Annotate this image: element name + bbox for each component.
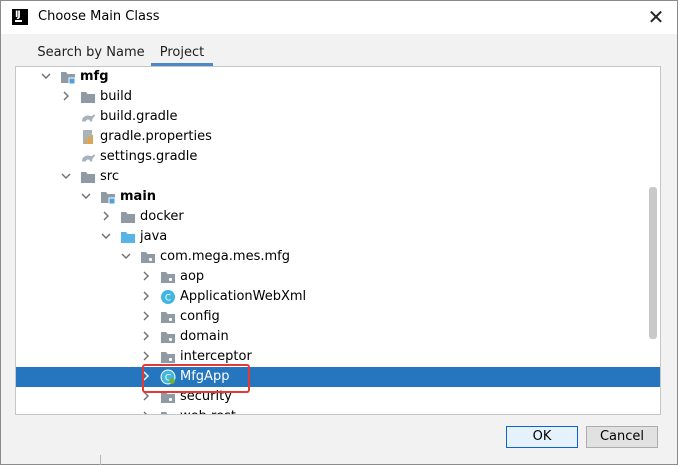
module-folder-icon xyxy=(100,189,116,205)
chevron-right-icon[interactable] xyxy=(140,389,152,403)
cancel-button[interactable]: Cancel xyxy=(586,426,658,448)
chevron-down-icon[interactable] xyxy=(60,169,72,183)
chevron-right-icon[interactable] xyxy=(60,89,72,103)
tree-row[interactable]: aop xyxy=(16,267,660,287)
svg-text:C: C xyxy=(165,294,171,304)
tree-row-label: build xyxy=(100,89,132,104)
tree-row[interactable]: interceptor xyxy=(16,347,660,367)
chevron-right-icon[interactable] xyxy=(140,329,152,343)
tree-row-label: mfg xyxy=(80,69,109,84)
close-icon[interactable]: ✕ xyxy=(643,5,669,29)
project-tree[interactable]: mfg build build.gradle gradle.properties set… xyxy=(15,66,661,415)
tab-project[interactable]: Project xyxy=(151,43,213,66)
chevron-right-icon[interactable] xyxy=(140,269,152,283)
tree-row[interactable]: main xyxy=(16,187,660,207)
tree-row[interactable]: security xyxy=(16,387,660,407)
tree-row[interactable]: config xyxy=(16,307,660,327)
chevron-down-icon[interactable] xyxy=(40,69,52,83)
choose-main-class-dialog: IJ Choose Main Class ✕ Search by Name Pr… xyxy=(0,0,678,465)
tree-row-label: web.rest xyxy=(180,409,236,414)
chevron-right-icon[interactable] xyxy=(140,289,152,303)
package-icon xyxy=(160,409,176,414)
chevron-right-icon[interactable] xyxy=(140,369,152,383)
properties-icon xyxy=(80,129,96,145)
class-icon: C xyxy=(160,289,176,305)
window-title: Choose Main Class xyxy=(38,9,160,24)
folder-icon xyxy=(80,169,96,185)
tree-row-label: ApplicationWebXml xyxy=(180,289,307,304)
chevron-down-icon[interactable] xyxy=(100,229,112,243)
tree-row[interactable]: build.gradle xyxy=(16,107,660,127)
tree-row-label: MfgApp xyxy=(180,369,230,384)
ok-button[interactable]: OK xyxy=(506,426,578,448)
tree-row[interactable]: C ApplicationWebXml xyxy=(16,287,660,307)
tree-row-label: com.mega.mes.mfg xyxy=(160,249,290,264)
tree-row-label: config xyxy=(180,309,220,324)
package-icon xyxy=(140,249,156,265)
gradle-icon xyxy=(80,109,96,125)
tree-row[interactable]: mfg xyxy=(16,67,660,87)
title-bar: IJ Choose Main Class ✕ xyxy=(1,1,677,34)
tree-row-label: security xyxy=(180,389,232,404)
tree-row-label: src xyxy=(100,169,119,184)
tree-row-label: domain xyxy=(180,329,229,344)
chevron-right-icon[interactable] xyxy=(100,209,112,223)
tree-scrollbar[interactable] xyxy=(649,187,657,339)
chevron-right-icon[interactable] xyxy=(140,309,152,323)
chevron-down-icon[interactable] xyxy=(80,189,92,203)
tree-row[interactable]: build xyxy=(16,87,660,107)
package-icon xyxy=(160,269,176,285)
tab-search-by-name[interactable]: Search by Name xyxy=(34,43,148,65)
package-icon xyxy=(160,389,176,405)
chevron-down-icon[interactable] xyxy=(120,249,132,263)
background-divider xyxy=(100,455,101,465)
tree-row[interactable]: java xyxy=(16,227,660,247)
tree-row[interactable]: domain xyxy=(16,327,660,347)
spring-class-icon: C xyxy=(160,369,176,385)
chevron-right-icon[interactable] xyxy=(140,349,152,363)
tree-row[interactable]: src xyxy=(16,167,660,187)
package-icon xyxy=(160,349,176,365)
folder-icon xyxy=(120,209,136,225)
chevron-right-icon[interactable] xyxy=(140,409,152,414)
tree-row-label: interceptor xyxy=(180,349,252,364)
tree-row[interactable]: gradle.properties xyxy=(16,127,660,147)
tree-row-label: settings.gradle xyxy=(100,149,198,164)
module-folder-icon xyxy=(60,69,76,85)
tree-row[interactable]: settings.gradle xyxy=(16,147,660,167)
tree-row-label: gradle.properties xyxy=(100,129,212,144)
tree-row[interactable]: web.rest xyxy=(16,407,660,414)
tree-row-label: main xyxy=(120,189,157,204)
intellij-app-icon: IJ xyxy=(12,9,28,25)
package-icon xyxy=(160,329,176,345)
tree-row[interactable]: docker xyxy=(16,207,660,227)
source-folder-icon xyxy=(120,229,136,245)
tree-row-label: aop xyxy=(180,269,205,284)
package-icon xyxy=(160,309,176,325)
folder-icon xyxy=(80,89,96,105)
tree-row-label: build.gradle xyxy=(100,109,178,124)
tree-row[interactable]: C MfgApp xyxy=(16,367,660,387)
gradle-icon xyxy=(80,149,96,165)
tree-row-label: java xyxy=(140,229,168,244)
tree-row[interactable]: com.mega.mes.mfg xyxy=(16,247,660,267)
tree-row-label: docker xyxy=(140,209,184,224)
